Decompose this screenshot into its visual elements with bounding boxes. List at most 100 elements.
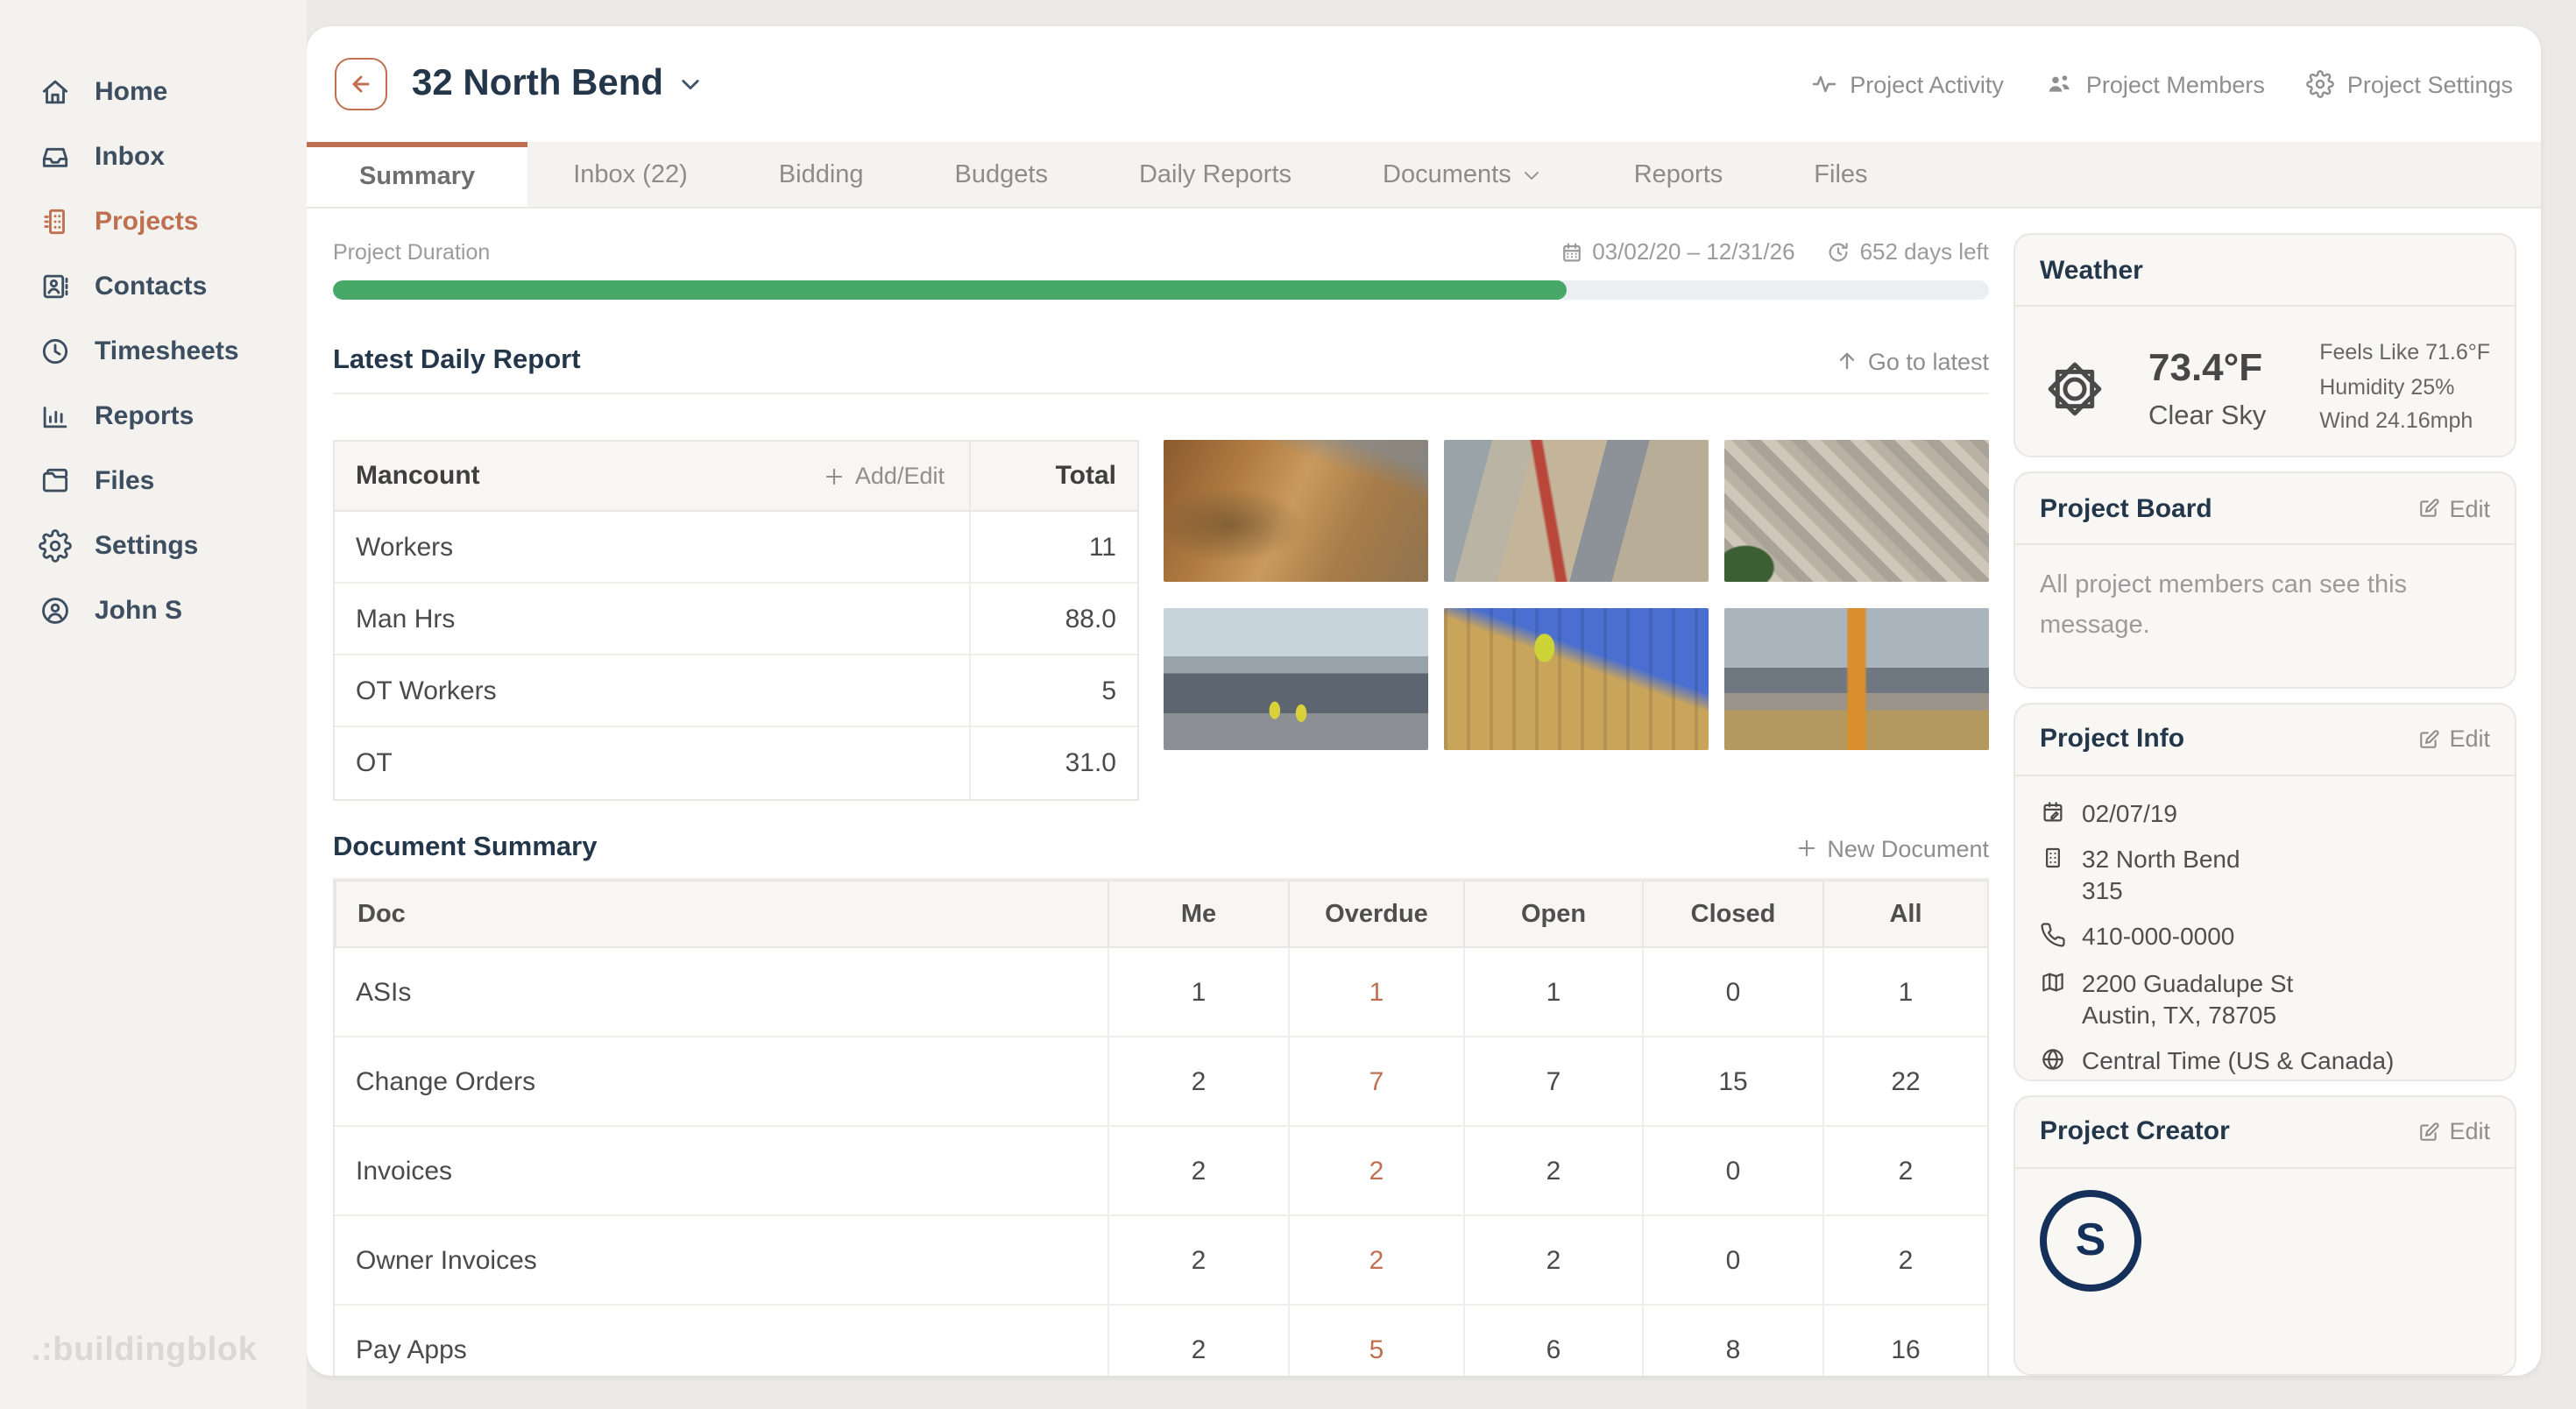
mancount-row-label: OT Workers — [335, 676, 497, 705]
reports-icon — [39, 400, 72, 433]
site-photo-aerial-buildings[interactable] — [1444, 440, 1709, 582]
project-board-edit-button[interactable]: Edit — [2416, 496, 2490, 522]
mancount-row-total: 31.0 — [969, 727, 1137, 799]
daily-report-title: Latest Daily Report — [333, 345, 581, 377]
new-document-button[interactable]: New Document — [1794, 835, 1989, 861]
calendar-icon — [1559, 239, 1583, 264]
doc-closed-count: 8 — [1642, 1306, 1822, 1376]
sidebar-item-contacts[interactable]: Contacts — [0, 254, 307, 319]
doc-name: Change Orders — [335, 1037, 1108, 1125]
weather-temp: 73.4°F — [2148, 344, 2266, 390]
tab-budgets[interactable]: Budgets — [909, 142, 1093, 207]
site-photo-crane-city[interactable] — [1724, 608, 1989, 750]
duration-progress-fill — [333, 280, 1567, 300]
site-photo-bridge-workers[interactable] — [1164, 608, 1428, 750]
sidebar: Home Inbox Projects Contacts Timesheets … — [0, 0, 307, 1409]
doc-name: Owner Invoices — [335, 1216, 1108, 1304]
contacts-icon — [39, 270, 72, 303]
sidebar-item-inbox[interactable]: Inbox — [0, 124, 307, 189]
sidebar-item-files[interactable]: Files — [0, 449, 307, 513]
tab-label: Inbox (22) — [573, 160, 688, 188]
doc-me-count: 2 — [1108, 1127, 1288, 1214]
go-to-latest-link[interactable]: Go to latest — [1835, 348, 1989, 374]
mancount-add-edit-button[interactable]: Add/Edit — [822, 463, 969, 489]
doc-open-count: 6 — [1463, 1306, 1642, 1376]
tab-inbox-22-[interactable]: Inbox (22) — [527, 142, 733, 207]
project-members-button[interactable]: Project Members — [2046, 70, 2265, 98]
project-settings-button[interactable]: Project Settings — [2307, 70, 2513, 98]
doc-name: Invoices — [335, 1127, 1108, 1214]
mancount-total-header: Total — [969, 442, 1137, 510]
sidebar-item-reports[interactable]: Reports — [0, 384, 307, 449]
duration-label: Project Duration — [333, 239, 490, 264]
sidebar-item-label: Reports — [95, 401, 194, 431]
doc-column-header: Doc — [335, 882, 1108, 946]
doc-table-row[interactable]: ASIs 1 1 1 0 1 — [335, 948, 1987, 1037]
tab-files[interactable]: Files — [1768, 142, 1913, 207]
sidebar-item-label: Inbox — [95, 142, 165, 172]
doc-column-header: Me — [1108, 882, 1288, 946]
project-info-title: Project Info — [2040, 725, 2184, 754]
tab-reports[interactable]: Reports — [1589, 142, 1769, 207]
project-title-dropdown[interactable]: 32 North Bend — [412, 63, 702, 105]
project-info-panel: Project Info Edit 02/07/19 32 North Bend… — [2013, 703, 2516, 1081]
sidebar-item-settings[interactable]: Settings — [0, 513, 307, 578]
doc-all-count: 16 — [1822, 1306, 1987, 1376]
daily-report-photos — [1164, 440, 1989, 750]
project-duration-row: Project Duration 03/02/20 – 12/31/26 — [333, 238, 1989, 265]
doc-closed-count: 0 — [1642, 1127, 1822, 1214]
settings-icon — [39, 529, 72, 563]
doc-all-count: 22 — [1822, 1037, 1987, 1125]
project-creator-edit-button[interactable]: Edit — [2416, 1118, 2490, 1144]
tab-documents[interactable]: Documents — [1337, 142, 1589, 207]
doc-column-header: Open — [1463, 882, 1642, 946]
sidebar-item-home[interactable]: Home — [0, 60, 307, 124]
weather-panel: Weather 73.4°F Clear Sky Feels Like 71.6… — [2013, 233, 2516, 458]
sidebar-item-label: Contacts — [95, 272, 207, 301]
clock-history-icon — [1827, 239, 1851, 264]
project-header: 32 North Bend Project Activity Project M… — [307, 26, 2541, 142]
mancount-row: OT Workers 5 — [335, 655, 1137, 727]
sidebar-item-john-s[interactable]: John S — [0, 578, 307, 643]
project-info-text: 2200 Guadalupe StAustin, TX, 78705 — [2082, 966, 2293, 1030]
globe-icon — [2040, 1046, 2066, 1073]
tab-label: Summary — [359, 163, 475, 191]
doc-open-count: 2 — [1463, 1216, 1642, 1304]
doc-table-row[interactable]: Pay Apps 2 5 6 8 16 — [335, 1306, 1987, 1376]
tab-bidding[interactable]: Bidding — [733, 142, 909, 207]
sidebar-item-label: Settings — [95, 531, 198, 561]
project-activity-button[interactable]: Project Activity — [1809, 70, 2004, 98]
doc-name: Pay Apps — [335, 1306, 1108, 1376]
tab-summary[interactable]: Summary — [307, 142, 527, 207]
doc-me-count: 1 — [1108, 948, 1288, 1036]
doc-table-row[interactable]: Invoices 2 2 2 0 2 — [335, 1127, 1987, 1216]
weather-detail: Wind 24.16mph — [2319, 405, 2490, 439]
app: Home Inbox Projects Contacts Timesheets … — [0, 0, 2576, 1409]
daily-report-header: Latest Daily Report Go to latest — [333, 345, 1989, 394]
site-photo-framing-workers[interactable] — [1444, 608, 1709, 750]
tab-daily-reports[interactable]: Daily Reports — [1093, 142, 1337, 207]
duration-dates: 03/02/20 – 12/31/26 — [1559, 238, 1794, 265]
sidebar-item-projects[interactable]: Projects — [0, 189, 307, 254]
doc-overdue-count: 7 — [1288, 1037, 1463, 1125]
sidebar-item-timesheets[interactable]: Timesheets — [0, 319, 307, 384]
doc-open-count: 1 — [1463, 948, 1642, 1036]
duration-range: 03/02/20 – 12/31/26 — [1592, 238, 1794, 265]
plus-icon — [822, 464, 846, 488]
mancount-row-total: 11 — [969, 512, 1137, 582]
days-left-text: 652 days left — [1860, 238, 1989, 265]
sidebar-item-label: Timesheets — [95, 336, 239, 366]
back-button[interactable] — [335, 58, 387, 110]
mancount-row-label: OT — [335, 748, 393, 778]
site-photo-excavation[interactable] — [1164, 440, 1428, 582]
activity-icon — [1809, 70, 1837, 98]
project-board-panel: Project Board Edit All project members c… — [2013, 472, 2516, 689]
site-photo-aerial-cranes[interactable] — [1724, 440, 1989, 582]
project-board-title: Project Board — [2040, 494, 2212, 524]
project-info-edit-button[interactable]: Edit — [2416, 726, 2490, 753]
main-card: 32 North Bend Project Activity Project M… — [307, 26, 2541, 1376]
project-info-row: Central Time (US & Canada) — [2040, 1044, 2490, 1076]
doc-table-row[interactable]: Change Orders 2 7 7 15 22 — [335, 1037, 1987, 1127]
files-icon — [39, 464, 72, 498]
doc-table-row[interactable]: Owner Invoices 2 2 2 0 2 — [335, 1216, 1987, 1306]
